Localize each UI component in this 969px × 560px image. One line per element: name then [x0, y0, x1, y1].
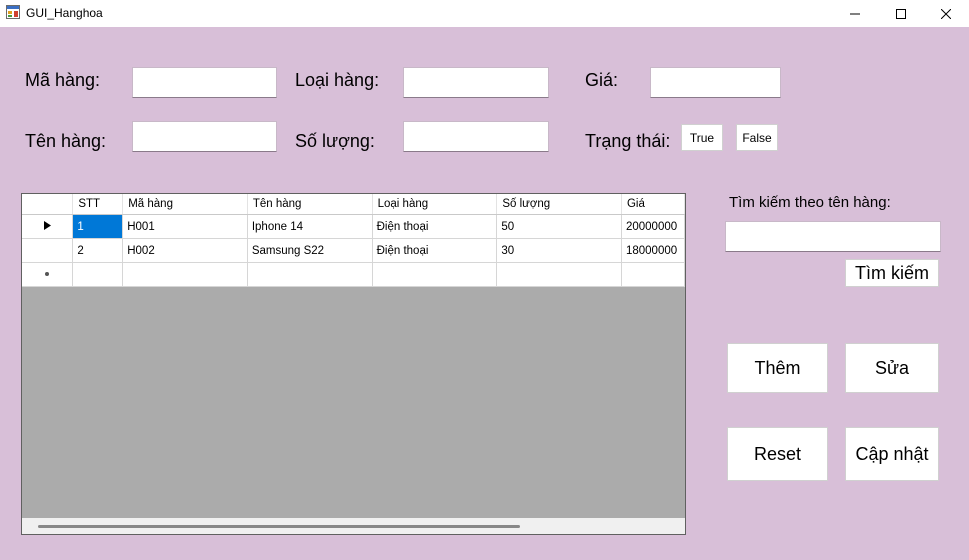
- window-title: GUI_Hanghoa: [26, 6, 103, 20]
- maximize-button[interactable]: [878, 0, 924, 27]
- row-header-corner: [22, 194, 74, 215]
- table-row[interactable]: 1 H001 Iphone 14 Điện thoại 50 20000000: [22, 214, 685, 239]
- table-cell[interactable]: [122, 262, 248, 287]
- form-body: Mã hàng: Loại hàng: Giá: Tên hàng: Số lư…: [0, 27, 969, 560]
- so-luong-label: Số lượng:: [295, 131, 375, 151]
- minimize-icon: [850, 13, 860, 14]
- table-cell[interactable]: [247, 262, 373, 287]
- table-cell[interactable]: 1: [72, 214, 124, 239]
- false-button[interactable]: False: [736, 124, 778, 151]
- product-grid[interactable]: STT Mã hàng Tên hàng Loại hàng Số lượng …: [21, 193, 686, 535]
- grid-header-row: STT Mã hàng Tên hàng Loại hàng Số lượng …: [22, 194, 685, 215]
- true-button[interactable]: True: [681, 124, 723, 151]
- product-table: STT Mã hàng Tên hàng Loại hàng Số lượng …: [22, 194, 685, 287]
- new-row[interactable]: [22, 262, 685, 287]
- column-header-so-luong[interactable]: Số lượng: [496, 194, 622, 215]
- update-button[interactable]: Cập nhật: [845, 427, 939, 481]
- table-cell[interactable]: [72, 262, 124, 287]
- table-cell[interactable]: 2: [72, 238, 124, 263]
- ten-hang-label: Tên hàng:: [25, 131, 107, 151]
- ma-hang-label: Mã hàng:: [25, 70, 101, 90]
- table-cell[interactable]: 18000000: [621, 238, 685, 263]
- table-cell[interactable]: Điện thoại: [372, 214, 498, 239]
- search-input[interactable]: [725, 221, 941, 252]
- column-header-loai-hang[interactable]: Loại hàng: [372, 194, 498, 215]
- maximize-icon: [896, 8, 906, 19]
- column-header-stt[interactable]: STT: [72, 194, 124, 215]
- column-header-ten-hang[interactable]: Tên hàng: [247, 194, 373, 215]
- ten-hang-input[interactable]: [132, 121, 277, 152]
- so-luong-input[interactable]: [403, 121, 549, 152]
- table-cell[interactable]: Điện thoại: [372, 238, 498, 263]
- gia-input[interactable]: [650, 67, 781, 98]
- add-button[interactable]: Thêm: [727, 343, 828, 393]
- loai-hang-label: Loại hàng:: [295, 70, 380, 90]
- table-cell[interactable]: Samsung S22: [247, 238, 373, 263]
- table-cell[interactable]: 30: [496, 238, 622, 263]
- table-cell[interactable]: 50: [496, 214, 622, 239]
- reset-button[interactable]: Reset: [727, 427, 828, 481]
- table-cell[interactable]: H001: [122, 214, 248, 239]
- row-header[interactable]: [22, 214, 74, 239]
- table-cell[interactable]: [621, 262, 685, 287]
- loai-hang-input[interactable]: [403, 67, 549, 98]
- ma-hang-input[interactable]: [132, 67, 277, 98]
- edit-button[interactable]: Sửa: [845, 343, 939, 393]
- table-row[interactable]: 2 H002 Samsung S22 Điện thoại 30 1800000…: [22, 238, 685, 263]
- new-row-asterisk-icon: [45, 271, 50, 276]
- close-button[interactable]: [923, 0, 969, 27]
- table-cell[interactable]: [496, 262, 622, 287]
- scrollbar-thumb[interactable]: [38, 525, 520, 528]
- table-cell[interactable]: 20000000: [621, 214, 685, 239]
- minimize-button[interactable]: [832, 0, 878, 27]
- app-icon: [6, 5, 20, 19]
- search-label: Tìm kiếm theo tên hàng:: [729, 194, 891, 211]
- column-header-gia[interactable]: Giá: [621, 194, 685, 215]
- row-header[interactable]: [22, 238, 74, 263]
- close-icon: [941, 8, 951, 19]
- table-cell[interactable]: Iphone 14: [247, 214, 373, 239]
- new-row-header[interactable]: [22, 262, 74, 287]
- table-cell[interactable]: H002: [122, 238, 248, 263]
- title-bar: GUI_Hanghoa: [0, 0, 969, 27]
- current-row-arrow-icon: [43, 220, 51, 230]
- column-header-ma-hang[interactable]: Mã hàng: [122, 194, 248, 215]
- trang-thai-label: Trạng thái:: [585, 131, 671, 151]
- search-button[interactable]: Tìm kiếm: [845, 259, 939, 287]
- horizontal-scrollbar[interactable]: [22, 518, 685, 534]
- table-cell[interactable]: [372, 262, 498, 287]
- gia-label: Giá:: [585, 70, 619, 90]
